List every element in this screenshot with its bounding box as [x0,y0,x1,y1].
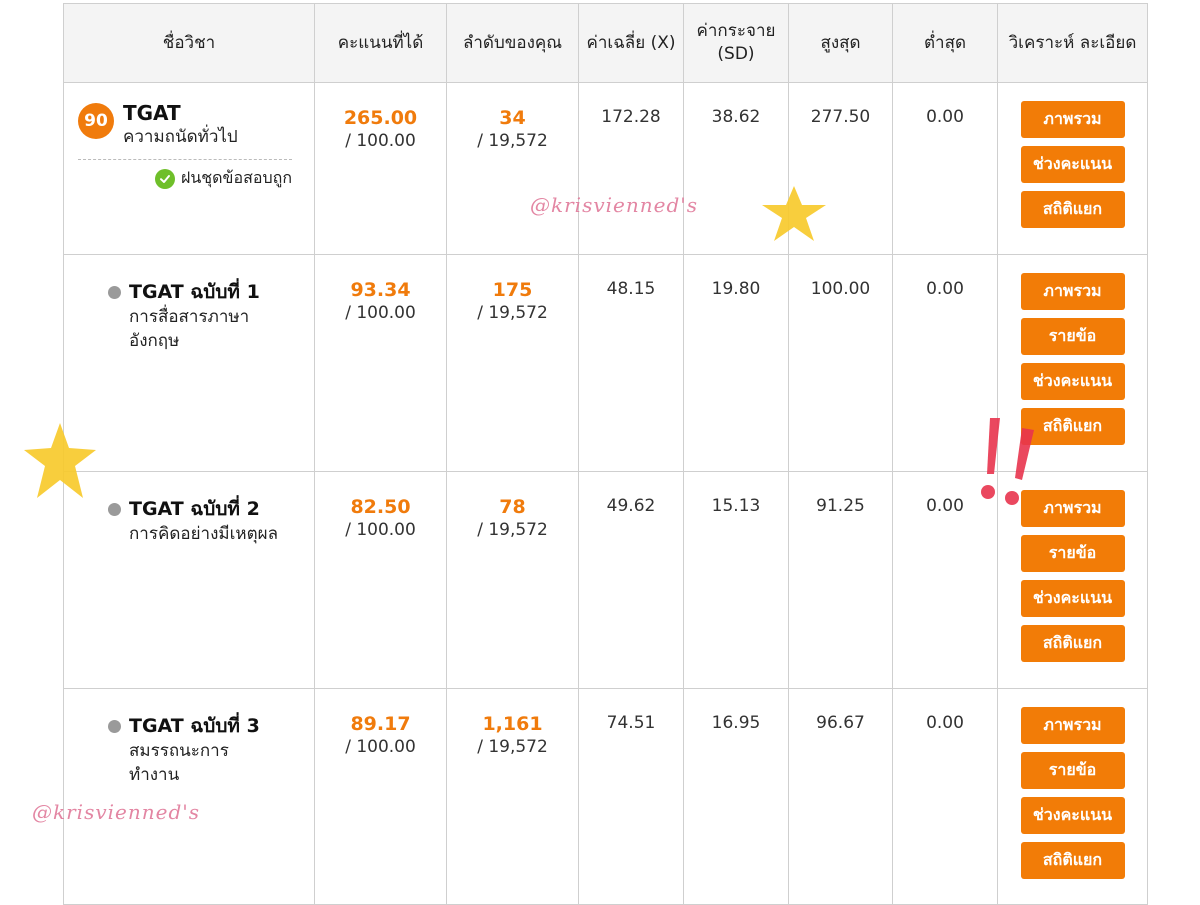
mean-value: 49.62 [578,471,684,689]
max-value: 91.25 [788,471,893,689]
subject-cell: TGAT ฉบับที่ 3 สมรรถนะการทำงาน [63,688,315,905]
stats-button[interactable]: สถิติแยก [1020,191,1125,228]
header-rank: ลำดับของคุณ [446,3,579,83]
rank-total: / 19,572 [477,131,548,151]
score-range-button[interactable]: ช่วงคะแนน [1020,146,1125,183]
subject-cell: TGAT ฉบับที่ 1 การสื่อสารภาษาอังกฤษ [63,254,315,472]
stats-button[interactable]: สถิติแยก [1020,842,1125,879]
subject-cell: TGAT ฉบับที่ 2 การคิดอย่างมีเหตุผล [63,471,315,689]
score-range-button[interactable]: ช่วงคะแนน [1020,363,1125,400]
analysis-cell: ภาพรวม รายข้อ ช่วงคะแนน สถิติแยก [997,471,1148,689]
rank-value: 175 [492,279,533,301]
score-total: / 100.00 [345,737,416,757]
header-subject: ชื่อวิชา [63,3,315,83]
subject-code: TGAT ฉบับที่ 1 [129,281,260,303]
sd-value: 19.80 [683,254,789,472]
max-value: 96.67 [788,688,893,905]
sd-value: 38.62 [683,82,789,255]
stats-button[interactable]: สถิติแยก [1020,408,1125,445]
table-row-sub3: TGAT ฉบับที่ 3 สมรรถนะการทำงาน 89.17 / 1… [63,688,1148,905]
score-value: 93.34 [350,279,411,301]
analysis-cell: ภาพรวม ช่วงคะแนน สถิติแยก [997,82,1148,255]
score-cell: 265.00 / 100.00 [314,82,447,255]
header-mean: ค่าเฉลี่ย (X) [578,3,684,83]
rank-cell: 1,161 / 19,572 [446,688,579,905]
rank-total: / 19,572 [477,520,548,540]
stats-button[interactable]: สถิติแยก [1020,625,1125,662]
score-total: / 100.00 [345,131,416,151]
check-circle-icon [154,168,175,189]
overview-button[interactable]: ภาพรวม [1020,707,1125,744]
header-analysis: วิเคราะห์ ละเอียด [997,3,1148,83]
bullet-dot [108,285,121,299]
subject-cell: 90 TGAT ความถนัดทั่วไป ฝนชุดข้อสอบถูก [63,82,315,255]
mean-value: 172.28 [578,82,684,255]
rank-cell: 78 / 19,572 [446,471,579,689]
subject-name: การสื่อสารภาษาอังกฤษ [129,307,250,351]
score-cell: 82.50 / 100.00 [314,471,447,689]
sd-value: 16.95 [683,688,789,905]
subject-name: สมรรถนะการทำงาน [129,741,229,785]
table-row-main: 90 TGAT ความถนัดทั่วไป ฝนชุดข้อสอบถูก 26… [63,82,1148,255]
table-row-sub2: TGAT ฉบับที่ 2 การคิดอย่างมีเหตุผล 82.50… [63,471,1148,689]
subject-heading: 90 TGAT ความถนัดทั่วไป [78,101,304,149]
score-total: / 100.00 [345,303,416,323]
bullet-dot [108,502,121,516]
score-value: 89.17 [350,713,411,735]
min-value: 0.00 [892,254,998,472]
score-range-button[interactable]: ช่วงคะแนน [1020,797,1125,834]
subject-badge: 90 [78,103,114,139]
header-sd: ค่ากระจาย (SD) [683,3,789,83]
rank-cell: 175 / 19,572 [446,254,579,472]
mean-value: 48.15 [578,254,684,472]
score-range-button[interactable]: ช่วงคะแนน [1020,580,1125,617]
rank-cell: 34 / 19,572 [446,82,579,255]
per-item-button[interactable]: รายข้อ [1020,535,1125,572]
score-cell: 93.34 / 100.00 [314,254,447,472]
max-value: 277.50 [788,82,893,255]
header-max: สูงสุด [788,3,893,83]
min-value: 0.00 [892,471,998,689]
analysis-cell: ภาพรวม รายข้อ ช่วงคะแนน สถิติแยก [997,254,1148,472]
mean-value: 74.51 [578,688,684,905]
subject-code: TGAT [123,101,181,125]
score-value: 265.00 [343,107,418,129]
score-total: / 100.00 [345,520,416,540]
subject-code: TGAT ฉบับที่ 3 [129,715,260,737]
subject-name: ความถนัดทั่วไป [123,127,238,147]
practice-link[interactable]: ฝนชุดข้อสอบถูก [78,166,292,191]
table-header-row: ชื่อวิชา คะแนนที่ได้ ลำดับของคุณ ค่าเฉลี… [63,3,1148,83]
table-row-sub1: TGAT ฉบับที่ 1 การสื่อสารภาษาอังกฤษ 93.3… [63,254,1148,472]
score-value: 82.50 [350,496,411,518]
score-cell: 89.17 / 100.00 [314,688,447,905]
rank-value: 1,161 [482,713,543,735]
max-value: 100.00 [788,254,893,472]
analysis-cell: ภาพรวม รายข้อ ช่วงคะแนน สถิติแยก [997,688,1148,905]
subject-code: TGAT ฉบับที่ 2 [129,498,260,520]
divider [78,159,292,160]
overview-button[interactable]: ภาพรวม [1020,490,1125,527]
per-item-button[interactable]: รายข้อ [1020,752,1125,789]
header-min: ต่ำสุด [892,3,998,83]
min-value: 0.00 [892,82,998,255]
min-value: 0.00 [892,688,998,905]
per-item-button[interactable]: รายข้อ [1020,318,1125,355]
score-table: ชื่อวิชา คะแนนที่ได้ ลำดับของคุณ ค่าเฉลี… [63,3,1148,905]
header-score: คะแนนที่ได้ [314,3,447,83]
overview-button[interactable]: ภาพรวม [1020,273,1125,310]
subject-name: การคิดอย่างมีเหตุผล [129,524,279,544]
sd-value: 15.13 [683,471,789,689]
bullet-dot [108,719,121,733]
rank-total: / 19,572 [477,737,548,757]
rank-value: 34 [499,107,526,129]
rank-total: / 19,572 [477,303,548,323]
practice-label: ฝนชุดข้อสอบถูก [180,168,292,187]
overview-button[interactable]: ภาพรวม [1020,101,1125,138]
rank-value: 78 [499,496,526,518]
